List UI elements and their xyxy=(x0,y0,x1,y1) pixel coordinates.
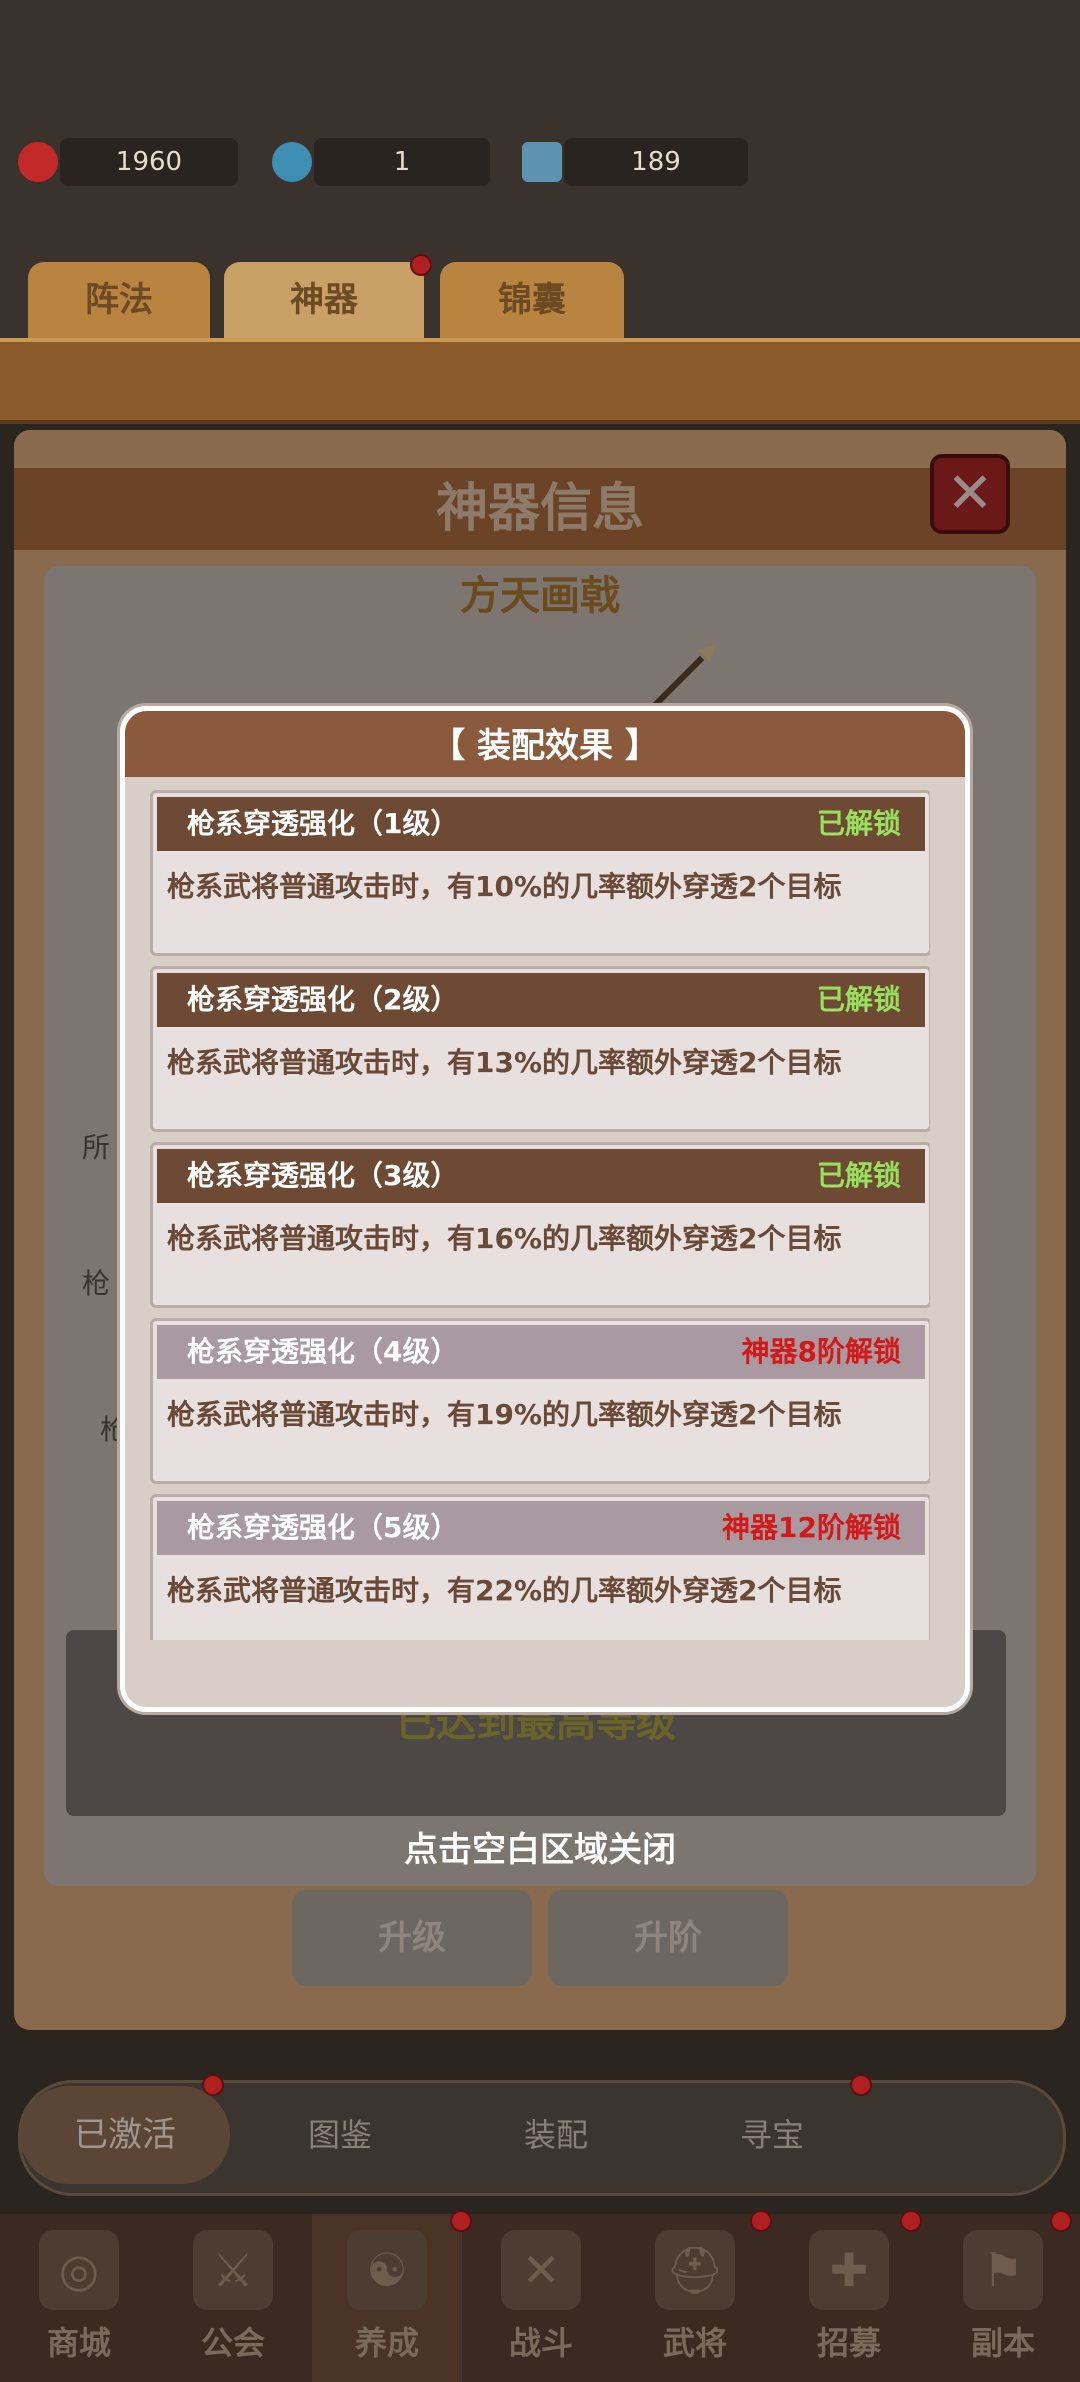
effect-description: 枪系武将普通攻击时，有22%的几率额外穿透2个目标 xyxy=(167,1574,842,1607)
effect-item: 枪系穿透强化（1级） 已解锁 枪系武将普通攻击时，有10%的几率额外穿透2个目标 xyxy=(150,790,930,956)
effect-header: 枪系穿透强化（5级） 神器12阶解锁 xyxy=(157,1501,925,1555)
effect-title: 枪系穿透强化（2级） xyxy=(187,983,459,1016)
effect-status: 已解锁 xyxy=(816,983,901,1016)
effect-status: 神器12阶解锁 xyxy=(722,1511,901,1544)
effect-header: 枪系穿透强化（2级） 已解锁 xyxy=(157,973,925,1027)
effect-item: 枪系穿透强化（2级） 已解锁 枪系武将普通攻击时，有13%的几率额外穿透2个目标 xyxy=(150,966,930,1132)
effect-status: 神器8阶解锁 xyxy=(741,1335,901,1368)
effect-list[interactable]: 枪系穿透强化（1级） 已解锁 枪系武将普通攻击时，有10%的几率额外穿透2个目标… xyxy=(150,790,930,1640)
effect-header: 枪系穿透强化（1级） 已解锁 xyxy=(157,797,925,851)
close-hint: 点击空白区域关闭 xyxy=(404,1830,676,1870)
effect-description: 枪系武将普通攻击时，有10%的几率额外穿透2个目标 xyxy=(167,870,842,903)
dialog-title: 【 装配效果 】 xyxy=(125,711,965,777)
effect-header: 枪系穿透强化（3级） 已解锁 xyxy=(157,1149,925,1203)
effect-title: 枪系穿透强化（3级） xyxy=(187,1159,459,1192)
effect-status: 已解锁 xyxy=(816,1159,901,1192)
effect-item: 枪系穿透强化（4级） 神器8阶解锁 枪系武将普通攻击时，有19%的几率额外穿透2… xyxy=(150,1318,930,1484)
effect-title: 枪系穿透强化（4级） xyxy=(187,1335,459,1368)
effect-title: 枪系穿透强化（5级） xyxy=(187,1511,459,1544)
effect-description: 枪系武将普通攻击时，有13%的几率额外穿透2个目标 xyxy=(167,1046,842,1079)
effect-description: 枪系武将普通攻击时，有19%的几率额外穿透2个目标 xyxy=(167,1398,842,1431)
effect-item: 枪系穿透强化（3级） 已解锁 枪系武将普通攻击时，有16%的几率额外穿透2个目标 xyxy=(150,1142,930,1308)
effect-description: 枪系武将普通攻击时，有16%的几率额外穿透2个目标 xyxy=(167,1222,842,1255)
effect-header: 枪系穿透强化（4级） 神器8阶解锁 xyxy=(157,1325,925,1379)
effect-status: 已解锁 xyxy=(816,807,901,840)
effect-item: 枪系穿透强化（5级） 神器12阶解锁 枪系武将普通攻击时，有22%的几率额外穿透… xyxy=(150,1494,930,1640)
effect-title: 枪系穿透强化（1级） xyxy=(187,807,459,840)
